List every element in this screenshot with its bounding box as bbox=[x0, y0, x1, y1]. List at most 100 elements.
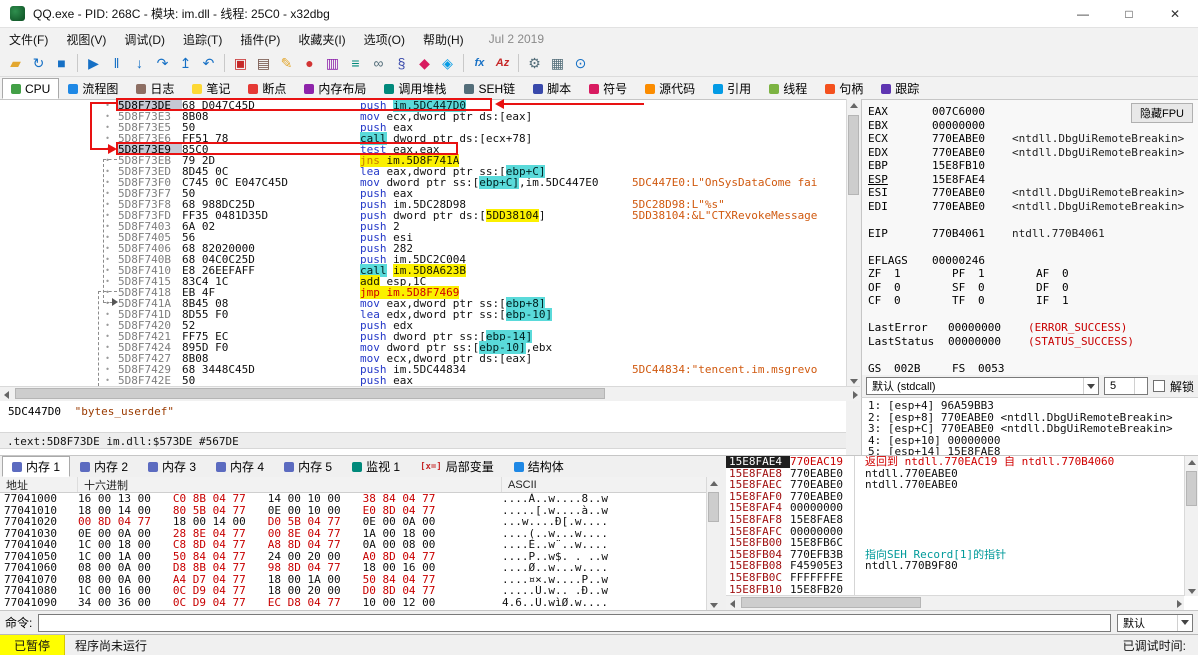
tab-mem5[interactable]: 内存 5 bbox=[274, 456, 342, 477]
log-window-button[interactable]: ▤ bbox=[252, 52, 275, 74]
menu-debug[interactable]: 调试(D) bbox=[115, 29, 174, 50]
scroll-thumb[interactable] bbox=[848, 115, 859, 195]
open-file-button[interactable]: ▰ bbox=[4, 52, 27, 74]
tab-mem2[interactable]: 内存 2 bbox=[70, 456, 138, 477]
scroll-down-arrow[interactable] bbox=[707, 597, 720, 610]
calculator-button[interactable]: ▦ bbox=[546, 52, 569, 74]
tab-cpu[interactable]: CPU bbox=[2, 78, 60, 99]
strings-button[interactable]: Az bbox=[491, 52, 514, 74]
dump-vertical-scrollbar[interactable] bbox=[706, 477, 720, 610]
flags-row[interactable]: GS 002B FS 0053 bbox=[868, 362, 1198, 376]
scroll-up-arrow[interactable] bbox=[1185, 456, 1198, 469]
tab-struct[interactable]: 结构体 bbox=[504, 456, 574, 477]
scroll-left-arrow[interactable] bbox=[0, 388, 13, 401]
scroll-right-arrow[interactable] bbox=[847, 388, 860, 401]
breakpoints-window-button[interactable]: ● bbox=[298, 52, 321, 74]
command-profile-select[interactable]: 默认 bbox=[1117, 613, 1193, 632]
notes-window-button[interactable]: ✎ bbox=[275, 52, 298, 74]
scroll-thumb[interactable] bbox=[708, 492, 719, 522]
register-row[interactable]: EBP 15E8FB10 bbox=[868, 159, 1198, 173]
tab-memory-map[interactable]: 内存布局 bbox=[295, 78, 375, 99]
tab-mem4[interactable]: 内存 4 bbox=[206, 456, 274, 477]
flags-row[interactable]: OF 0 SF 0 DF 0 bbox=[868, 281, 1198, 295]
menu-favourites[interactable]: 收藏夹(I) bbox=[289, 29, 354, 50]
scroll-thumb[interactable] bbox=[1186, 471, 1197, 506]
dump-row[interactable]: 77041000 16 00 13 00 C0 8B 04 77 14 00 10 0… bbox=[0, 493, 706, 505]
tab-mem1[interactable]: 内存 1 bbox=[2, 456, 71, 477]
tab-notes[interactable]: 笔记 bbox=[183, 78, 239, 99]
menu-file[interactable]: 文件(F) bbox=[0, 29, 57, 50]
maximize-button[interactable]: □ bbox=[1106, 0, 1152, 27]
pause-button[interactable]: ‖ bbox=[105, 52, 128, 74]
stack-row[interactable]: 15E8FAF8 15E8FAE8 bbox=[726, 514, 1184, 526]
stack-arg-row[interactable]: 1: [esp+4] 96A59BB3 bbox=[868, 400, 1198, 412]
run-to-return-button[interactable]: ↥ bbox=[174, 52, 197, 74]
patch-button[interactable]: ▣ bbox=[229, 52, 252, 74]
flags-row[interactable]: ZF 1 PF 1 AF 0 bbox=[868, 267, 1198, 281]
stack-horizontal-scrollbar[interactable] bbox=[726, 595, 1184, 610]
disasm-vertical-scrollbar[interactable] bbox=[846, 99, 860, 386]
stop-button[interactable]: ■ bbox=[50, 52, 73, 74]
register-row[interactable]: EIP 770B4061 ntdll.770B4061 bbox=[868, 227, 1198, 241]
dump-row[interactable]: 77041090 34 00 36 00 0C D9 04 77 EC D8 04 7… bbox=[0, 596, 706, 609]
symbols-button[interactable]: ◆ bbox=[413, 52, 436, 74]
search-button[interactable]: ⊙ bbox=[569, 52, 592, 74]
menu-plugins[interactable]: 插件(P) bbox=[231, 29, 289, 50]
register-row[interactable]: ECX 770EABE0 <ntdll.DbgUiRemoteBreakin> bbox=[868, 132, 1198, 146]
call-stack-button[interactable]: ≡ bbox=[344, 52, 367, 74]
tab-locals[interactable]: [x=] 局部变量 bbox=[410, 456, 504, 477]
close-button[interactable]: ✕ bbox=[1152, 0, 1198, 27]
step-over-button[interactable]: ↷ bbox=[151, 52, 174, 74]
unlock-checkbox[interactable] bbox=[1152, 380, 1165, 392]
calling-convention-select[interactable]: 默认 (stdcall) bbox=[866, 377, 1099, 395]
dump-row[interactable]: 77041040 1C 00 18 00 C8 8D 04 77 A8 8D 04 7… bbox=[0, 539, 706, 551]
run-button[interactable]: ▶ bbox=[82, 52, 105, 74]
stack-row[interactable]: 15E8FB0C FFFFFFFE bbox=[726, 572, 1184, 584]
flags-row[interactable]: CF 0 TF 0 IF 1 bbox=[868, 294, 1198, 308]
scroll-down-arrow[interactable] bbox=[1185, 583, 1198, 596]
scroll-thumb[interactable] bbox=[741, 597, 921, 608]
tab-seh[interactable]: SEH链 bbox=[455, 78, 524, 99]
scroll-left-arrow[interactable] bbox=[726, 597, 739, 610]
argument-count-spinner[interactable]: 5 bbox=[1103, 377, 1148, 395]
scroll-down-arrow[interactable] bbox=[847, 373, 860, 386]
tab-trace[interactable]: 跟踪 bbox=[872, 78, 928, 99]
spinner-arrows[interactable] bbox=[1133, 378, 1147, 394]
stack-row[interactable]: 15E8FB10 15E8FB20 bbox=[726, 583, 1184, 595]
tab-graph[interactable]: 流程图 bbox=[59, 78, 127, 99]
tab-symbols[interactable]: 符号 bbox=[580, 78, 636, 99]
minimize-button[interactable]: — bbox=[1060, 0, 1106, 27]
dump-row[interactable]: 77041080 1C 00 16 00 0C D9 04 77 18 00 20 0… bbox=[0, 585, 706, 597]
register-row[interactable]: EFLAGS 00000246 bbox=[868, 254, 1198, 268]
tab-script[interactable]: 脚本 bbox=[524, 78, 580, 99]
step-into-button[interactable]: ↓ bbox=[128, 52, 151, 74]
disasm-row[interactable]: • 5D8F742E 50 push eax bbox=[0, 375, 846, 386]
tab-breakpoints[interactable]: 断点 bbox=[239, 78, 295, 99]
restart-button[interactable]: ↻ bbox=[27, 52, 50, 74]
functions-button[interactable]: fx bbox=[468, 52, 491, 74]
hide-fpu-button[interactable]: 隐藏FPU bbox=[1131, 103, 1193, 123]
stack-vertical-scrollbar[interactable] bbox=[1184, 456, 1198, 596]
scroll-up-arrow[interactable] bbox=[847, 99, 860, 112]
register-row[interactable]: ESP 15E8FAE4 bbox=[868, 173, 1198, 187]
register-row[interactable]: ESI 770EABE0 <ntdll.DbgUiRemoteBreakin> bbox=[868, 186, 1198, 200]
register-row[interactable]: EDX 770EABE0 <ntdll.DbgUiRemoteBreakin> bbox=[868, 146, 1198, 160]
stack-row[interactable]: 15E8FAE4 770EAC19 返回到 ntdll.770EAC19 自 ntd… bbox=[726, 456, 1184, 468]
dump-row[interactable]: 77041020 00 8D 04 77 18 00 14 00 D0 5B 04 7… bbox=[0, 516, 706, 528]
graph-button[interactable]: ◈ bbox=[436, 52, 459, 74]
stack-arg-row[interactable]: 3: [esp+C] 770EABE0 <ntdll.DbgUiRemoteBr… bbox=[868, 423, 1198, 435]
settings-button[interactable]: ⚙ bbox=[523, 52, 546, 74]
menu-trace[interactable]: 追踪(T) bbox=[174, 29, 231, 50]
tab-threads[interactable]: 线程 bbox=[760, 78, 816, 99]
scroll-up-arrow[interactable] bbox=[707, 477, 720, 490]
memory-map-button[interactable]: ▥ bbox=[321, 52, 344, 74]
tab-handles[interactable]: 句柄 bbox=[816, 78, 872, 99]
stack-arg-row[interactable]: 5: [esp+14] 15E8FAE8 bbox=[868, 446, 1198, 455]
script-button[interactable]: § bbox=[390, 52, 413, 74]
menu-view[interactable]: 视图(V) bbox=[57, 29, 115, 50]
register-row[interactable]: LastStatus 00000000 (STATUS_SUCCESS) bbox=[868, 335, 1198, 349]
register-row[interactable]: LastError 00000000 (ERROR_SUCCESS) bbox=[868, 321, 1198, 335]
menu-help[interactable]: 帮助(H) bbox=[414, 29, 473, 50]
stack-row[interactable]: 15E8FB00 15E8FB6C bbox=[726, 537, 1184, 549]
tab-mem3[interactable]: 内存 3 bbox=[138, 456, 206, 477]
